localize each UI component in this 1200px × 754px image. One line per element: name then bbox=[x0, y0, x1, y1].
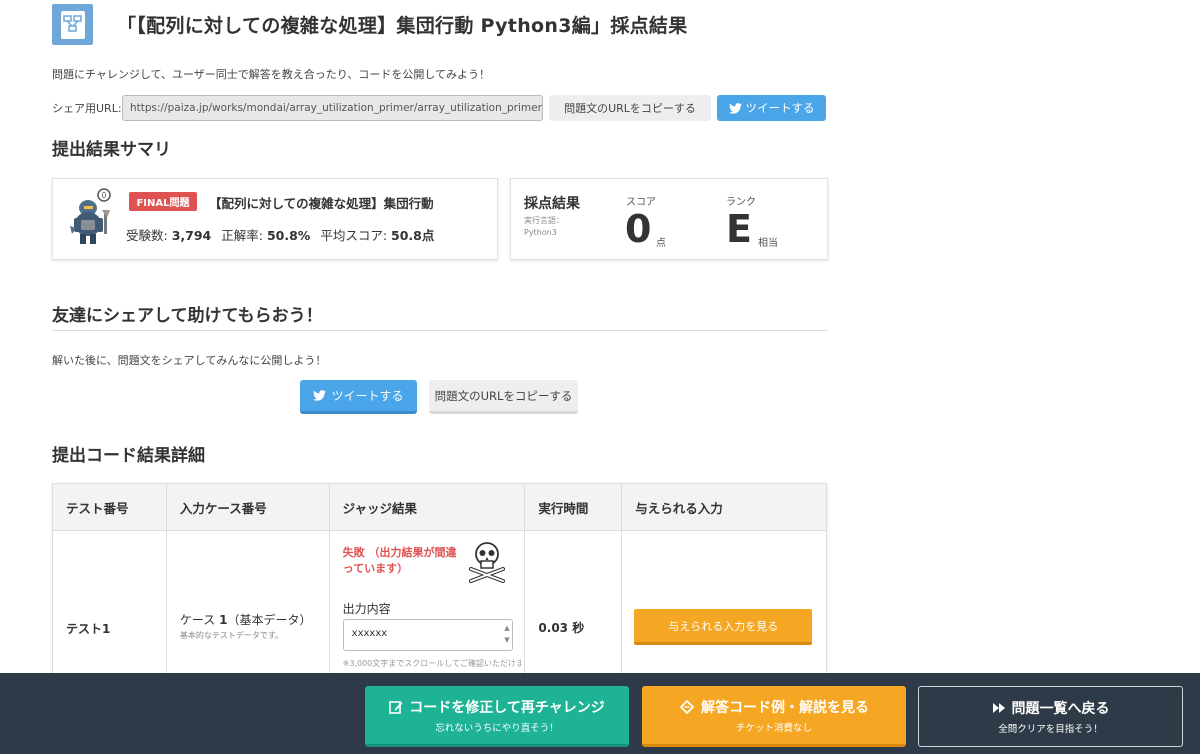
table-header: テスト番号 入力ケース番号 ジャッジ結果 実行時間 与えられる入力 bbox=[53, 484, 826, 531]
rank-label: ランク bbox=[726, 197, 756, 208]
view-input-button[interactable]: 与えられる入力を見る bbox=[634, 609, 813, 645]
final-problem-badge: FINAL問題 bbox=[129, 192, 197, 211]
tweet-button[interactable]: ツイートする bbox=[717, 95, 826, 121]
rank-unit: 相当 bbox=[758, 238, 778, 249]
correct-rate-stat: 正解率: 50.8% bbox=[221, 228, 311, 243]
tweet-label: ツイートする bbox=[745, 101, 815, 115]
back-to-list-button[interactable]: 問題一覧へ戻る 全問クリアを目指そう！ bbox=[918, 686, 1183, 747]
grading-result-title: 採点結果 bbox=[524, 196, 580, 212]
details-heading: 提出コード結果詳細 bbox=[52, 446, 205, 466]
retry-sub-label: 忘れないうちにやり直そう！ bbox=[435, 722, 559, 734]
tweet-label: ツイートする bbox=[331, 389, 404, 403]
test-number: テスト1 bbox=[66, 622, 111, 636]
average-score-stat: 平均スコア: 50.8点 bbox=[320, 228, 435, 243]
retry-main: コードを修正して再チャレンジ bbox=[389, 697, 605, 717]
exec-time: 0.03 秒 bbox=[538, 621, 585, 635]
share-url-label: シェア用URL: bbox=[52, 102, 122, 115]
answer-main-label: 解答コード例・解説を見る bbox=[701, 699, 869, 716]
output-value: xxxxxx bbox=[351, 628, 388, 639]
list-main: 問題一覧へ戻る bbox=[992, 698, 1110, 718]
scroll-up-icon[interactable]: ▲ bbox=[504, 622, 509, 634]
lead-text: 問題にチャレンジして、ユーザー同士で解答を教え合ったり、コードを公開してみよう！ bbox=[52, 68, 491, 81]
col-exec-time: 実行時間 bbox=[525, 484, 623, 530]
answer-main: 解答コード例・解説を見る bbox=[679, 697, 869, 717]
retry-button[interactable]: コードを修正して再チャレンジ 忘れないうちにやり直そう！ bbox=[365, 686, 629, 747]
page-header: 「【配列に対しての複雑な処理】集団行動 Python3編」採点結果 bbox=[52, 4, 688, 45]
copy-url-button[interactable]: 問題文のURLをコピーする bbox=[549, 95, 711, 121]
twitter-bird-icon bbox=[728, 102, 742, 114]
action-footer: コードを修正して再チャレンジ 忘れないうちにやり直そう！ 解答コード例・解説を見… bbox=[0, 673, 1200, 754]
summary-heading: 提出結果サマリ bbox=[52, 140, 171, 160]
answer-sub-label: チケット消費なし bbox=[735, 722, 812, 734]
col-judge-result: ジャッジ結果 bbox=[330, 484, 526, 530]
tweet-button-large[interactable]: ツイートする bbox=[300, 380, 417, 414]
execution-language: 実行言語： Python3 bbox=[524, 216, 564, 237]
rank-value: E bbox=[726, 207, 752, 251]
output-note: ※3,000文字までスクロールしてご確認いただけます bbox=[342, 659, 521, 668]
examinees-stat: 受験数: 3,794 bbox=[126, 228, 212, 243]
friend-share-note: 解いた後に、問題文をシェアしてみんなに公開しよう！ bbox=[52, 354, 327, 367]
col-given-input: 与えられる入力 bbox=[635, 500, 723, 516]
page-title: 「【配列に対しての複雑な処理】集団行動 Python3編」採点結果 bbox=[117, 15, 688, 37]
problem-stats: 受験数: 3,794 正解率: 50.8% 平均スコア: 50.8点 bbox=[126, 225, 434, 244]
case-number: ケース 1（基本データ） bbox=[179, 613, 312, 627]
col-test-number: テスト番号 bbox=[53, 484, 167, 530]
output-textarea[interactable]: xxxxxx ▲ ▼ bbox=[342, 619, 513, 651]
svg-text:0: 0 bbox=[102, 191, 107, 200]
scroll-down-icon[interactable]: ▼ bbox=[504, 634, 509, 646]
col-case-number: 入力ケース番号 bbox=[167, 484, 330, 530]
edit-icon bbox=[389, 700, 403, 714]
twitter-bird-icon bbox=[313, 390, 327, 401]
share-url-row: シェア用URL: https://paiza.jp/works/mondai/a… bbox=[52, 95, 826, 121]
score-label: スコア bbox=[626, 197, 656, 208]
grading-result-card: 採点結果 実行言語： Python3 スコア 0 点 ランク E 相当 bbox=[510, 178, 828, 260]
output-label: 出力内容 bbox=[342, 602, 391, 616]
skull-icon bbox=[467, 539, 507, 583]
textarea-scrollbar[interactable]: ▲ ▼ bbox=[504, 622, 509, 646]
problem-name[interactable]: 【配列に対しての複雑な処理】集団行動 bbox=[209, 193, 434, 212]
result-page: 「【配列に対しての複雑な処理】集団行動 Python3編」採点結果 問題にチャレ… bbox=[0, 0, 1200, 754]
problem-sheet-icon bbox=[52, 4, 93, 45]
list-main-label: 問題一覧へ戻る bbox=[1011, 701, 1110, 717]
retry-main-label: コードを修正して再チャレンジ bbox=[409, 699, 605, 716]
list-sub-label: 全問クリアを目指そう！ bbox=[998, 724, 1103, 735]
fast-forward-icon bbox=[992, 703, 1005, 713]
monster-avatar: 0 bbox=[66, 188, 118, 246]
ticket-icon bbox=[679, 699, 695, 714]
section-divider bbox=[52, 330, 828, 331]
copy-url-button-large[interactable]: 問題文のURLをコピーする bbox=[429, 380, 578, 414]
score-unit: 点 bbox=[656, 238, 666, 249]
problem-summary-card: 0 FINAL問題 【配列に対しての複雑な処理】集団行動 受験数: 3,794 … bbox=[52, 178, 498, 260]
score-value: 0 bbox=[625, 207, 652, 251]
judge-status: 失敗 （出力結果が間違っています） bbox=[342, 546, 457, 575]
case-description: 基本的なテストデータです。 bbox=[179, 631, 284, 640]
view-answer-button[interactable]: 解答コード例・解説を見る チケット消費なし bbox=[642, 686, 906, 747]
friend-share-heading: 友達にシェアして助けてもらおう！ bbox=[52, 306, 323, 326]
share-url-field[interactable]: https://paiza.jp/works/mondai/array_util… bbox=[122, 95, 543, 121]
